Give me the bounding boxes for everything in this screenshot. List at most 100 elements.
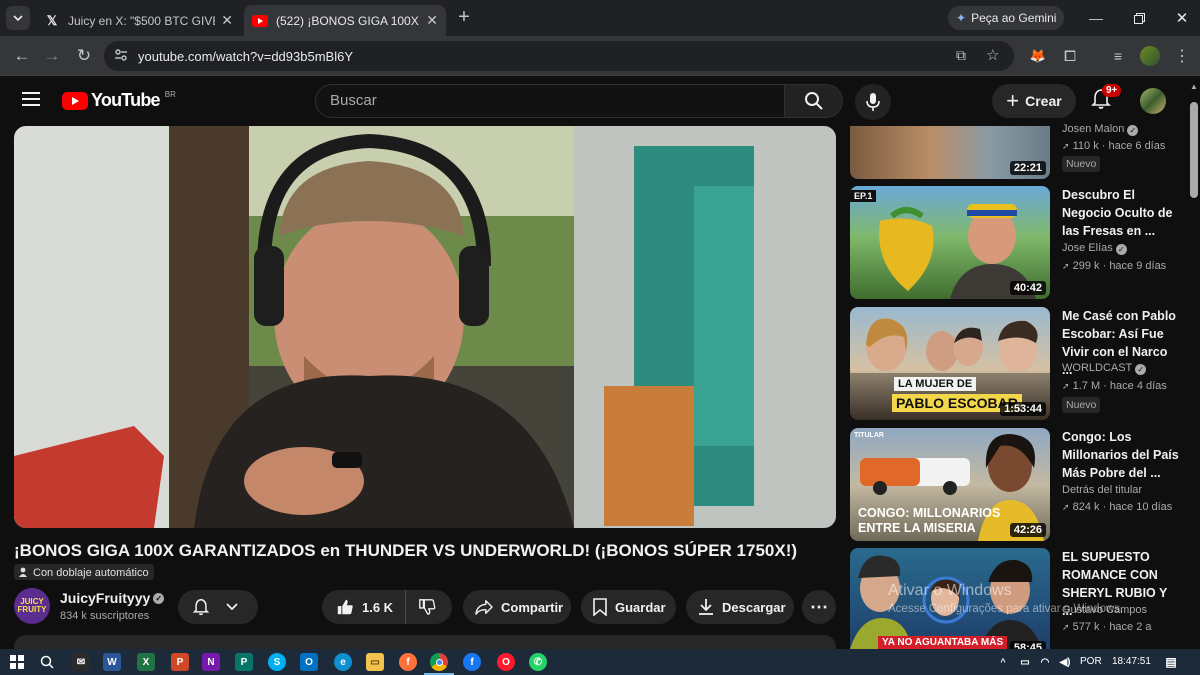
recommendation-item[interactable]: 22:21 Josen Malon ✓ ➚ 110 k · hace 6 días… [850, 123, 1180, 181]
whatsapp-icon[interactable]: ✆ [529, 653, 547, 671]
restore-icon[interactable] [1127, 6, 1151, 30]
channel-name[interactable]: Josen Malon ✓ [1062, 123, 1139, 136]
notifications-button[interactable]: 9+ [1090, 84, 1122, 112]
video-meta: ➚ 577 k · hace 2 a [1062, 621, 1152, 633]
recommendation-item[interactable]: EP.1 40:42 Descubro El Negocio Oculto de… [850, 186, 1180, 301]
network-icon[interactable]: ▭ [1016, 653, 1034, 671]
tab-twitter[interactable]: 𝕏 Juicy en X: "$500 BTC GIVEAWA ✕ [36, 5, 241, 36]
new-tab-button[interactable]: + [452, 5, 476, 29]
publisher-icon[interactable]: P [235, 653, 253, 671]
minimize-icon[interactable]: — [1084, 6, 1108, 30]
hamburger-menu-icon[interactable] [22, 92, 40, 106]
excel-icon[interactable]: X [137, 653, 155, 671]
create-label: Crear [1025, 93, 1062, 109]
recommendation-item[interactable]: TITULAR CONGO: MILLONARIOS ENTRE LA MISE… [850, 428, 1180, 543]
address-bar[interactable]: youtube.com/watch?v=dd93b5mBl6Y ⧉ ☆ [104, 41, 1014, 71]
reload-icon[interactable]: ↻ [72, 44, 96, 68]
youtube-logo[interactable]: YouTube BR [62, 90, 176, 111]
onenote-icon[interactable]: N [202, 653, 220, 671]
search-box[interactable] [315, 84, 785, 118]
search-icon[interactable] [38, 653, 56, 671]
edge-icon[interactable]: e [334, 653, 352, 671]
region-code: BR [164, 90, 176, 99]
channel-name[interactable]: WORLDCAST ✓ [1062, 362, 1147, 375]
extensions-puzzle-icon[interactable]: ⧠ [1058, 44, 1082, 68]
create-button[interactable]: + Crear [992, 84, 1076, 118]
scroll-up-arrow-icon[interactable]: ▲ [1190, 82, 1198, 91]
channel-name[interactable]: Detrás del titular [1062, 484, 1142, 496]
media-controls-icon[interactable]: ≡ [1106, 44, 1130, 68]
forward-arrow-icon[interactable]: → [40, 44, 64, 68]
plus-icon: + [1006, 88, 1020, 113]
install-app-icon[interactable]: ⧉ [956, 47, 966, 64]
verified-icon: ✓ [1115, 244, 1127, 255]
opera-icon[interactable]: O [497, 653, 515, 671]
recommendation-item[interactable]: LA MUJER DE PABLO ESCOBAR 1:53:44 Me Cas… [850, 307, 1180, 422]
recommendation-title[interactable]: Congo: Los Millonarios del País Más Pobr… [1062, 428, 1180, 482]
outlook-icon[interactable]: O [300, 653, 318, 671]
close-icon[interactable]: ✕ [221, 12, 233, 29]
search-button[interactable] [785, 84, 843, 118]
site-settings-icon[interactable] [114, 48, 128, 67]
duration-badge: 22:21 [1009, 161, 1046, 175]
account-avatar[interactable] [1140, 88, 1166, 114]
profile-avatar-icon[interactable] [1140, 46, 1160, 66]
show-hidden-icons-icon[interactable]: ^ [994, 653, 1012, 671]
video-meta: ➚ 299 k · hace 9 días [1062, 260, 1167, 272]
view-count: 1.7 M [1072, 380, 1101, 392]
channel-avatar[interactable]: JUICY FRUITY [14, 588, 50, 624]
wifi-icon[interactable]: ◠ [1036, 653, 1054, 671]
tab-youtube[interactable]: (522) ¡BONOS GIGA 100X G ✕ [244, 5, 446, 36]
video-player[interactable] [14, 126, 836, 528]
recommendation-title[interactable]: Descubro El Negocio Oculto de las Fresas… [1062, 186, 1180, 240]
views-icon: ➚ [1062, 261, 1070, 271]
more-menu-icon[interactable]: ⋮ [1170, 44, 1194, 68]
firefox-icon[interactable]: f [399, 653, 417, 671]
browser-toolbar: ← → ↻ youtube.com/watch?v=dd93b5mBl6Y ⧉ … [0, 36, 1200, 76]
close-window-icon[interactable]: ✕ [1170, 6, 1194, 30]
facebook-icon[interactable]: f [463, 653, 481, 671]
subscribed-notifications-button[interactable] [178, 590, 258, 624]
scrollbar-thumb[interactable] [1190, 102, 1198, 198]
chrome-icon[interactable] [430, 653, 448, 671]
search-input[interactable] [330, 92, 770, 109]
video-meta: ➚ 1.7 M · hace 4 días [1062, 380, 1167, 392]
download-button[interactable]: Descargar [686, 590, 794, 624]
close-icon[interactable]: ✕ [426, 12, 438, 29]
file-explorer-icon[interactable]: ▭ [366, 653, 384, 671]
youtube-wordmark: YouTube [91, 90, 161, 110]
windows-start-icon[interactable] [8, 653, 26, 671]
channel-name[interactable]: JuicyFruityyy ✓ [60, 590, 165, 606]
notifications-icon[interactable]: ▤ [1162, 653, 1180, 671]
gemini-button[interactable]: ✦ Peça ao Gemini [948, 6, 1064, 30]
video-thumbnail[interactable]: TITULAR CONGO: MILLONARIOS ENTRE LA MISE… [850, 428, 1050, 541]
video-thumbnail[interactable]: LA MUJER DE PABLO ESCOBAR 1:53:44 [850, 307, 1050, 420]
page-scrollbar[interactable]: ▲ [1188, 76, 1200, 649]
video-thumbnail[interactable]: EP.1 40:42 [850, 186, 1050, 299]
voice-search-button[interactable] [855, 84, 891, 120]
views-icon: ➚ [1062, 141, 1070, 151]
like-button[interactable]: 1.6 K [322, 590, 406, 624]
dislike-button[interactable] [406, 590, 452, 624]
youtube-favicon-icon [252, 13, 268, 29]
view-count: 110 k [1072, 140, 1099, 152]
back-arrow-icon[interactable]: ← [10, 44, 34, 68]
volume-icon[interactable]: ◀) [1056, 653, 1074, 671]
channel-name-text: Detrás del titular [1062, 484, 1143, 496]
channel-name[interactable]: Jose Elías ✓ [1062, 242, 1127, 255]
subscriber-count: 834 k suscriptores [60, 610, 150, 622]
bookmark-star-icon[interactable]: ☆ [986, 46, 999, 64]
skype-icon[interactable]: S [268, 653, 286, 671]
input-language[interactable]: POR [1080, 656, 1102, 667]
powerpoint-icon[interactable]: P [171, 653, 189, 671]
more-actions-button[interactable]: ⋯ [802, 590, 836, 624]
save-button[interactable]: Guardar [581, 590, 676, 624]
extension-fox-icon[interactable]: 🦊 [1026, 44, 1050, 68]
thumbs-down-icon [419, 599, 436, 615]
word-icon[interactable]: W [103, 653, 121, 671]
video-thumbnail[interactable]: 22:21 [850, 126, 1050, 179]
tab-search-button[interactable] [6, 6, 30, 30]
clock[interactable]: 18:47:51 [1112, 656, 1151, 667]
mail-icon[interactable]: ✉ [72, 653, 90, 671]
share-button[interactable]: Compartir [463, 590, 571, 624]
